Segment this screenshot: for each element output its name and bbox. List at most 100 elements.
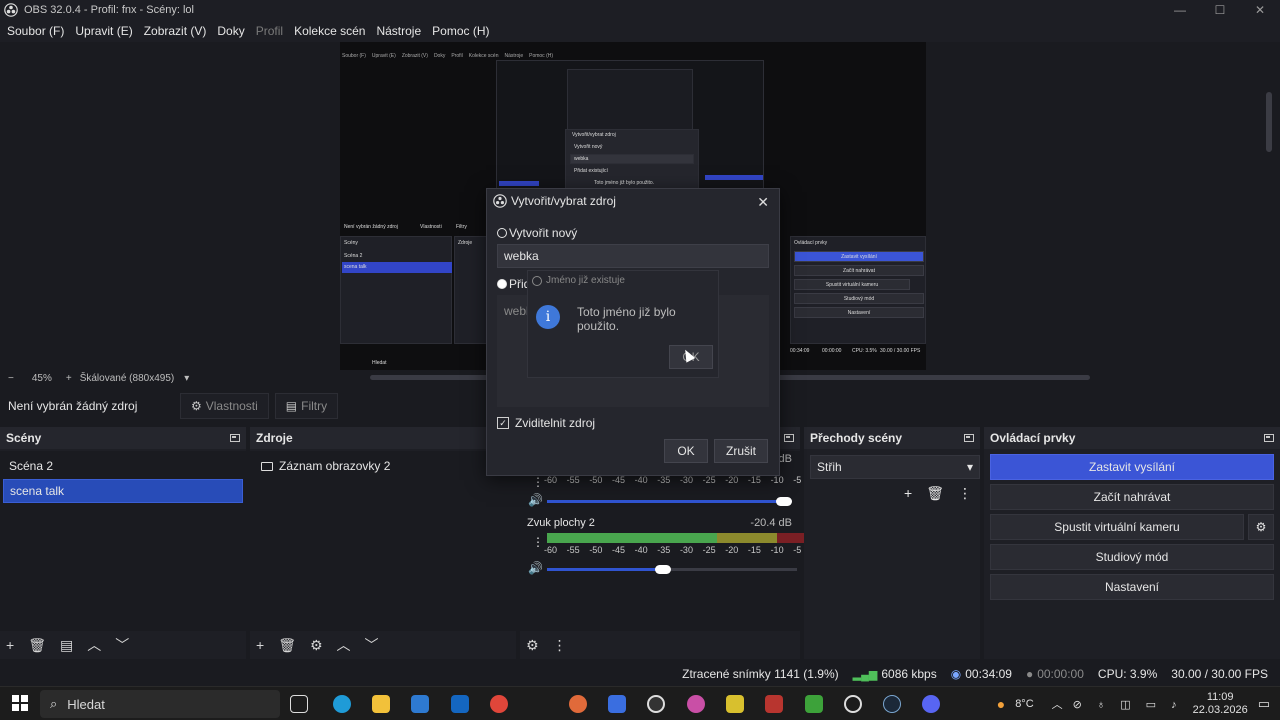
add-icon[interactable]: + xyxy=(6,637,14,653)
file-explorer-icon[interactable] xyxy=(372,695,390,713)
app-swirl-icon[interactable] xyxy=(687,695,705,713)
minimize-button[interactable]: — xyxy=(1160,0,1200,20)
dialog-close-icon[interactable]: ✕ xyxy=(757,194,769,211)
source-name-input[interactable]: webka xyxy=(497,244,769,268)
app-flame-icon[interactable] xyxy=(569,695,587,713)
task-view-icon[interactable] xyxy=(290,695,308,713)
speaker-icon[interactable]: 🔊 xyxy=(528,493,543,507)
menu-dots-icon[interactable]: ⋮ xyxy=(958,485,972,502)
store-icon[interactable] xyxy=(411,695,429,713)
channel-menu-icon[interactable]: ⋮ xyxy=(532,535,544,549)
filter-icon[interactable]: ▤ xyxy=(60,637,73,654)
menu-edit[interactable]: Upravit (E) xyxy=(75,24,132,38)
chevron-up-icon[interactable]: ︿ xyxy=(1052,696,1063,712)
start-virtual-camera-button[interactable]: Spustit virtuální kameru xyxy=(990,514,1244,540)
zoom-out-button[interactable]: − xyxy=(8,373,14,384)
close-button[interactable]: ✕ xyxy=(1240,0,1280,20)
meter-scale: -60-55-50-45-40-35-30-25-20-15-10-50 xyxy=(544,475,816,485)
app-yellow-icon[interactable] xyxy=(726,695,744,713)
source-item[interactable]: Záznam obrazovky 2 👁 xyxy=(253,454,513,478)
menu-tools[interactable]: Nástroje xyxy=(376,24,421,38)
chevron-down-icon[interactable]: ▾ xyxy=(184,373,189,384)
maximize-button[interactable]: ☐ xyxy=(1200,0,1240,20)
stream-time: 00:34:09 xyxy=(965,667,1012,681)
chevron-down-icon[interactable]: ﹀ xyxy=(365,635,379,655)
volume-slider[interactable] xyxy=(547,500,785,503)
chevron-up-icon[interactable]: ︿ xyxy=(337,635,351,655)
scenes-list[interactable]: Scéna 2 scena talk xyxy=(0,451,246,631)
undock-icon[interactable] xyxy=(964,434,974,442)
scale-tick: -60 xyxy=(544,545,558,555)
zoom-in-button[interactable]: + xyxy=(66,373,72,384)
studio-mode-button[interactable]: Studiový mód xyxy=(990,544,1274,570)
speaker-icon[interactable]: 🔊 xyxy=(528,561,543,575)
trash-icon[interactable]: 🗑 xyxy=(926,485,944,502)
radio-icon[interactable] xyxy=(497,228,507,238)
trash-icon[interactable]: 🗑 xyxy=(28,637,46,654)
add-icon[interactable]: + xyxy=(904,485,912,502)
meter-scale: -60-55-50-45-40-35-30-25-20-15-10-50 xyxy=(544,545,816,555)
scenes-dock: Scény Scéna 2 scena talk + 🗑 ▤ ︿ ﹀ xyxy=(0,427,246,659)
scene-item[interactable]: Scéna 2 xyxy=(3,454,243,478)
scale-tick: -5 xyxy=(793,545,802,555)
gear-icon[interactable]: ⚙ xyxy=(526,637,539,654)
create-new-radio[interactable]: Vytvořit nový xyxy=(497,226,577,240)
clock-time[interactable]: 11:09 xyxy=(1207,691,1234,704)
app-blue-icon[interactable] xyxy=(608,695,626,713)
filters-button[interactable]: ▤ Filtry xyxy=(274,393,339,419)
ok-button[interactable]: OK xyxy=(664,439,708,463)
chevron-down-icon[interactable]: ﹀ xyxy=(115,635,129,655)
weather-temp[interactable]: 8°C xyxy=(1015,698,1033,710)
stop-streaming-button[interactable]: Zastavit vysílání xyxy=(990,454,1274,480)
virtual-camera-settings-button[interactable]: ⚙ xyxy=(1248,514,1274,540)
scene-item-selected[interactable]: scena talk xyxy=(3,479,243,503)
settings-icon[interactable] xyxy=(844,695,862,713)
edge-icon[interactable] xyxy=(333,695,351,713)
minecraft-icon[interactable] xyxy=(805,695,823,713)
chevron-up-icon[interactable]: ︿ xyxy=(87,635,101,655)
notification-icon[interactable]: ▭ xyxy=(1258,696,1270,712)
menu-file[interactable]: Soubor (F) xyxy=(7,24,64,38)
gear-icon[interactable]: ⚙ xyxy=(310,637,323,654)
volume-slider[interactable] xyxy=(547,568,659,571)
volume-slider-thumb[interactable] xyxy=(655,565,671,574)
trash-icon[interactable]: 🗑 xyxy=(278,637,296,654)
controls-dock: Ovládací prvky Zastavit vysílání Začít n… xyxy=(984,427,1280,659)
undock-icon[interactable] xyxy=(1264,434,1274,442)
menu-dots-icon[interactable]: ⋮ xyxy=(553,637,567,654)
tray-icons[interactable]: ⊘ ♁ ◫ ▭ ♪ xyxy=(1073,698,1183,711)
taskbar-search[interactable]: ⌕ Hledat xyxy=(40,690,280,718)
cancel-button[interactable]: Zrušit xyxy=(714,439,768,463)
windows-start-icon[interactable] xyxy=(12,695,28,711)
preview-vertical-scrollbar[interactable] xyxy=(1266,92,1272,152)
settings-button[interactable]: Nastavení xyxy=(990,574,1274,600)
discord-icon[interactable] xyxy=(922,695,940,713)
channel-menu-icon[interactable]: ⋮ xyxy=(532,475,544,489)
app-red-icon[interactable] xyxy=(765,695,783,713)
chrome-icon[interactable] xyxy=(490,695,508,713)
menu-help[interactable]: Pomoc (H) xyxy=(432,24,489,38)
add-icon[interactable]: + xyxy=(256,637,264,653)
start-recording-button[interactable]: Začít nahrávat xyxy=(990,484,1274,510)
properties-button[interactable]: ⚙ Vlastnosti xyxy=(180,393,269,419)
meter-green xyxy=(547,533,717,543)
menu-docks[interactable]: Doky xyxy=(217,24,244,38)
transition-select[interactable]: Střih ▾ xyxy=(810,455,980,479)
checkmark-icon[interactable]: ✓ xyxy=(497,417,509,429)
make-visible-checkbox[interactable]: ✓ Zviditelnit zdroj xyxy=(497,416,595,430)
outlook-icon[interactable] xyxy=(451,695,469,713)
menu-profile[interactable]: Profil xyxy=(256,24,283,38)
volume-slider-thumb[interactable] xyxy=(776,497,792,506)
undock-icon[interactable] xyxy=(784,434,794,442)
menu-scene-collection[interactable]: Kolekce scén xyxy=(294,24,365,38)
obs-taskbar-icon[interactable] xyxy=(647,695,665,713)
scale-mode-label[interactable]: Škálované (880x495) xyxy=(80,373,175,384)
undock-icon[interactable] xyxy=(230,434,240,442)
info-icon: i xyxy=(536,305,560,329)
radio-icon[interactable] xyxy=(497,279,507,289)
steam-icon[interactable] xyxy=(883,695,901,713)
volume-slider-rest[interactable] xyxy=(659,568,797,571)
sources-list[interactable]: Záznam obrazovky 2 👁 xyxy=(250,451,516,631)
clock-date[interactable]: 22.03.2026 xyxy=(1193,704,1248,717)
menu-view[interactable]: Zobrazit (V) xyxy=(144,24,207,38)
